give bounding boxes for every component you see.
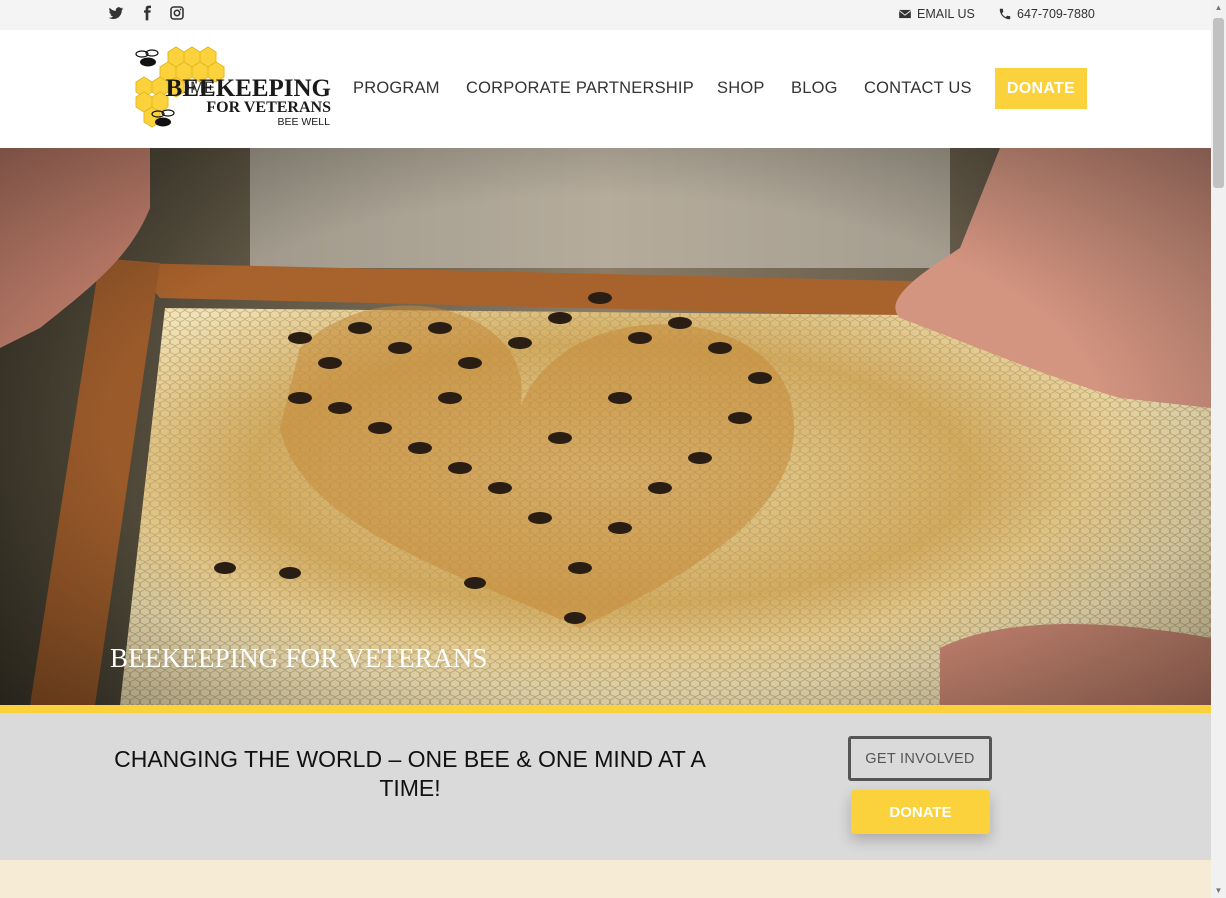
scroll-down-arrow-icon[interactable]: ▼ [1211,883,1226,898]
nav-corporate-partnership[interactable]: CORPORATE PARTNERSHIP [466,79,694,98]
hero-title: BEEKEEPING FOR VETERANS [110,643,488,673]
phone-link[interactable]: 647-709-7880 [998,7,1095,21]
nav-blog[interactable]: BLOG [791,79,838,98]
phone-icon [999,8,1011,20]
hero-image [0,148,1211,705]
nav-donate-button[interactable]: DONATE [995,68,1087,109]
facebook-icon[interactable] [139,5,157,23]
scrollbar-thumb[interactable] [1213,18,1224,188]
svg-text:BEE WELL: BEE WELL [277,116,330,128]
scroll-up-arrow-icon[interactable]: ▲ [1211,0,1226,15]
email-label: EMAIL US [917,7,975,21]
email-link[interactable]: EMAIL US [898,7,975,21]
envelope-icon [899,9,911,19]
donate-button[interactable]: DONATE [851,790,990,834]
get-involved-button[interactable]: GET INVOLVED [848,736,992,781]
twitter-icon[interactable] [108,5,126,23]
nav-contact-us[interactable]: CONTACT US [864,79,972,98]
instagram-icon[interactable] [169,5,187,23]
tagline: CHANGING THE WORLD – ONE BEE & ONE MIND … [114,746,706,801]
nav-program[interactable]: PROGRAM [353,79,440,98]
svg-text:FOR VETERANS: FOR VETERANS [206,99,331,116]
accent-stripe [0,705,1211,713]
phone-label: 647-709-7880 [1017,7,1095,21]
nav-shop[interactable]: SHOP [717,79,765,98]
site-logo[interactable]: BEEKEEPING FOR VETERANS BEE WELL [128,40,333,140]
next-section-background [0,860,1211,898]
svg-text:BEEKEEPING: BEEKEEPING [166,75,331,102]
